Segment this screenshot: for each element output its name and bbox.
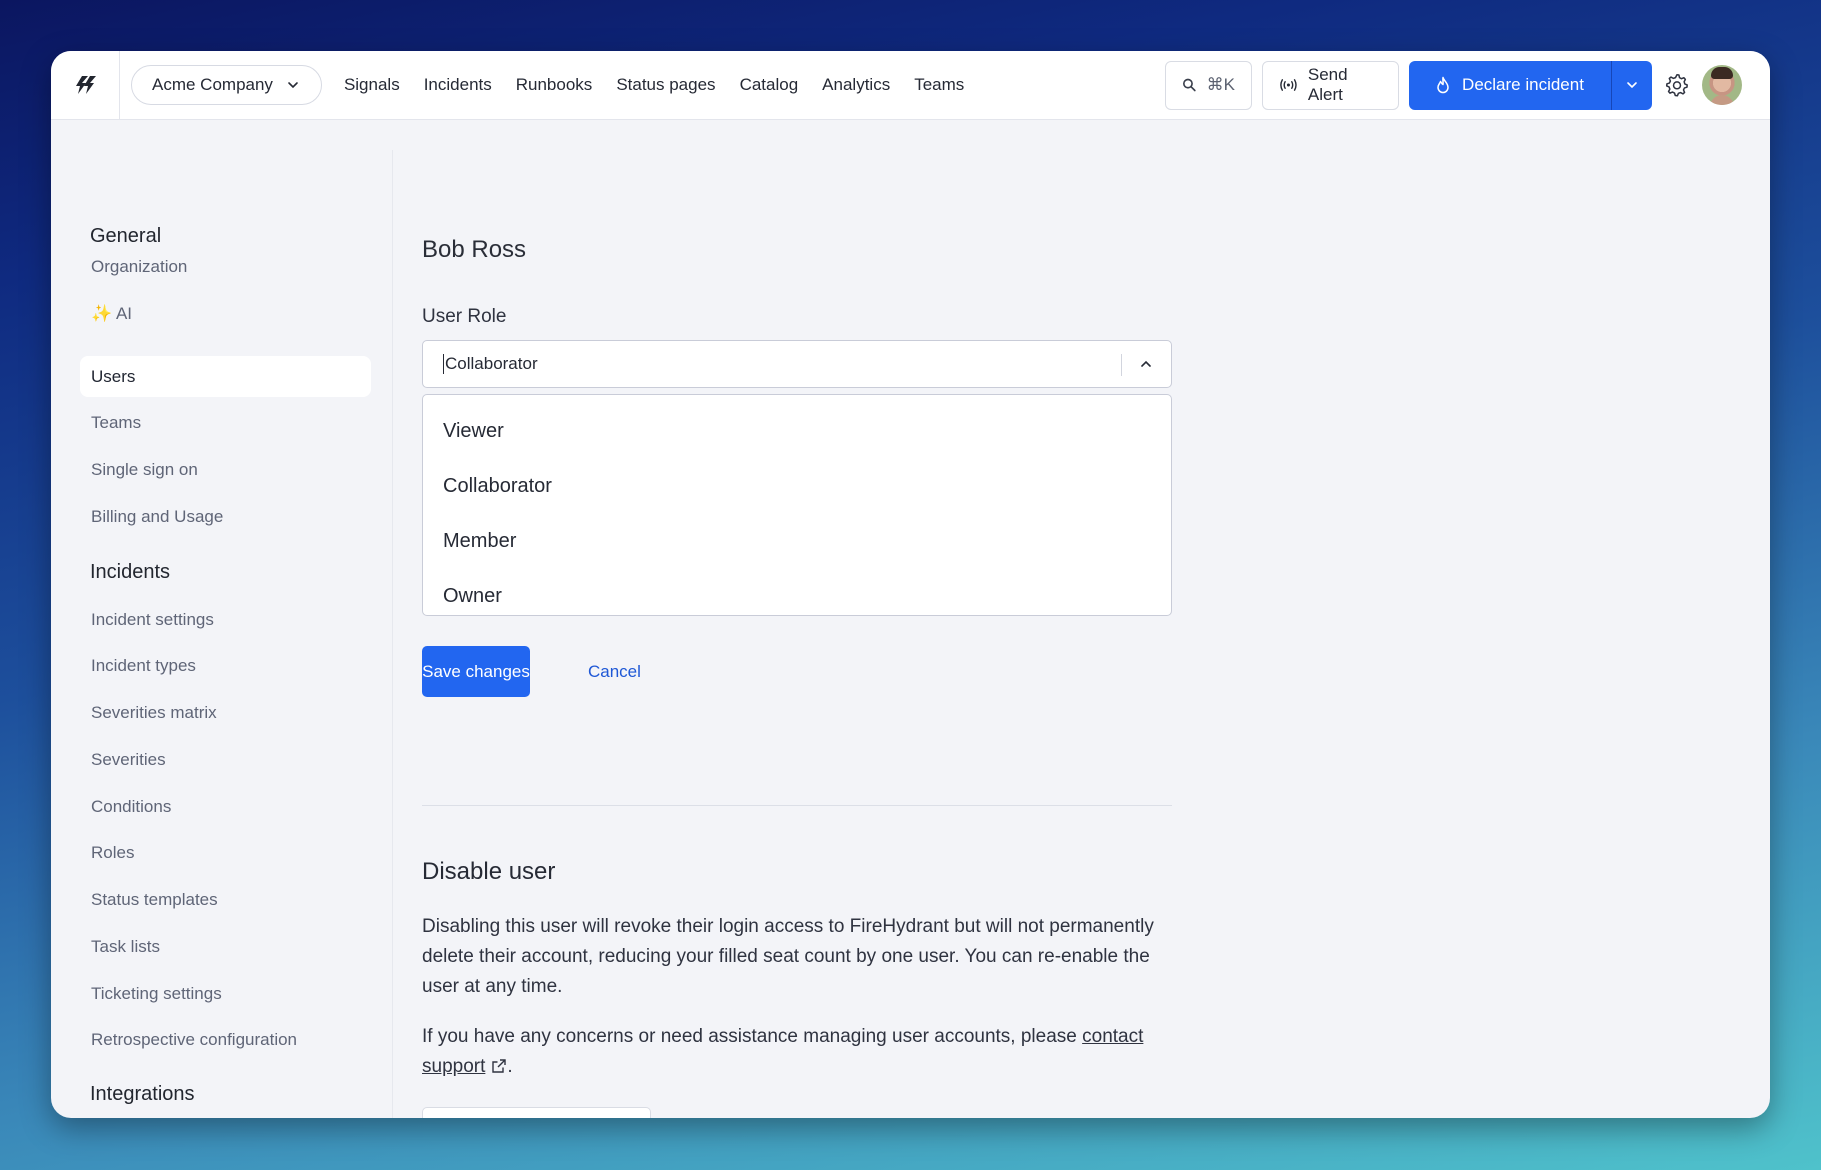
sidebar-item-organization[interactable]: Organization: [80, 246, 371, 287]
page-title: Bob Ross: [422, 236, 527, 263]
org-name: Acme Company: [152, 75, 273, 94]
gear-icon: [1665, 73, 1688, 97]
nav-signals[interactable]: Signals: [344, 75, 412, 95]
sidebar-group-incidents: Incidents: [90, 561, 171, 583]
firehydrant-logo-icon: [76, 76, 96, 94]
sidebar-group-integrations: Integrations: [90, 1083, 195, 1105]
sidebar-item-ticketing-settings[interactable]: Ticketing settings: [80, 973, 371, 1014]
disable-user-title: Disable user: [422, 858, 556, 885]
support-note-suffix: .: [507, 1056, 513, 1077]
role-option-owner[interactable]: Owner: [423, 569, 1171, 624]
sidebar-item-teams[interactable]: Teams: [80, 402, 371, 443]
search-button[interactable]: ⌘K: [1165, 60, 1252, 110]
sidebar-item-billing-and-usage[interactable]: Billing and Usage: [80, 496, 371, 537]
support-note: If you have any concerns or need assista…: [422, 1022, 1172, 1082]
temporarily-disable-user-button[interactable]: Temporarily disable user: [422, 1107, 651, 1118]
role-option-viewer[interactable]: Viewer: [423, 404, 1171, 459]
settings-sidebar: General Organization ✨ AI Users Teams Si…: [51, 120, 392, 1118]
sidebar-item-severities-matrix[interactable]: Severities matrix: [80, 692, 371, 733]
role-option-member[interactable]: Member: [423, 514, 1171, 569]
save-changes-button[interactable]: Save changes: [422, 646, 530, 697]
header-actions: ⌘K Send Alert Declare incident: [1165, 60, 1742, 110]
sidebar-item-incident-types[interactable]: Incident types: [80, 645, 371, 686]
external-link-icon: [492, 1059, 507, 1073]
sidebar-item-conditions[interactable]: Conditions: [80, 786, 371, 827]
send-alert-button[interactable]: Send Alert: [1262, 60, 1399, 110]
declare-incident-group: Declare incident: [1409, 60, 1652, 110]
chevron-up-icon[interactable]: [1139, 357, 1153, 371]
support-note-text: If you have any concerns or need assista…: [422, 1026, 1083, 1047]
sidebar-item-task-lists[interactable]: Task lists: [80, 926, 371, 967]
top-header: Acme Company Signals Incidents Runbooks …: [51, 51, 1770, 120]
app-window: Acme Company Signals Incidents Runbooks …: [51, 51, 1770, 1118]
declare-incident-button[interactable]: Declare incident: [1409, 61, 1611, 110]
send-alert-label: Send Alert: [1307, 65, 1348, 104]
disable-user-description: Disabling this user will revoke their lo…: [422, 916, 1154, 997]
declare-options-toggle[interactable]: [1611, 60, 1652, 110]
sidebar-item-ai[interactable]: ✨ AI: [80, 293, 371, 334]
user-role-label: User Role: [422, 306, 507, 327]
nav-status-pages[interactable]: Status pages: [604, 75, 727, 95]
nav-catalog[interactable]: Catalog: [728, 75, 811, 95]
cancel-link[interactable]: Cancel: [588, 662, 641, 682]
home-logo[interactable]: [51, 51, 120, 120]
nav-runbooks[interactable]: Runbooks: [504, 75, 605, 95]
search-shortcut: ⌘K: [1206, 75, 1235, 94]
select-separator: [1121, 354, 1122, 376]
chevron-down-icon: [1627, 82, 1637, 89]
search-icon: [1183, 78, 1196, 92]
sidebar-item-severities[interactable]: Severities: [80, 739, 371, 780]
role-option-collaborator[interactable]: Collaborator: [423, 459, 1171, 514]
sidebar-item-status-templates[interactable]: Status templates: [80, 879, 371, 920]
nav-teams[interactable]: Teams: [902, 75, 976, 95]
settings-button[interactable]: [1662, 70, 1692, 100]
sidebar-item-single-sign-on[interactable]: Single sign on: [80, 449, 371, 490]
declare-incident-label: Declare incident: [1462, 75, 1584, 94]
org-switcher[interactable]: Acme Company: [131, 65, 322, 105]
nav-analytics[interactable]: Analytics: [810, 75, 902, 95]
user-role-options: Viewer Collaborator Member Owner: [422, 394, 1172, 616]
sidebar-item-roles[interactable]: Roles: [80, 832, 371, 873]
sidebar-item-retrospective-configuration[interactable]: Retrospective configuration: [80, 1019, 371, 1060]
chevron-down-icon: [288, 82, 298, 89]
nav-incidents[interactable]: Incidents: [412, 75, 504, 95]
user-avatar[interactable]: [1702, 65, 1742, 105]
sidebar-item-users[interactable]: Users: [80, 356, 371, 397]
broadcast-icon: [1280, 79, 1297, 91]
sidebar-item-incident-settings[interactable]: Incident settings: [80, 599, 371, 640]
sidebar-group-general: General: [90, 225, 162, 247]
user-role-value: Collaborator: [443, 354, 538, 374]
user-role-select[interactable]: Collaborator: [422, 340, 1172, 388]
sidebar-divider: [392, 150, 393, 1118]
flame-icon: [1437, 76, 1449, 94]
main-nav: Signals Incidents Runbooks Status pages …: [344, 75, 976, 95]
section-divider: [422, 805, 1172, 806]
